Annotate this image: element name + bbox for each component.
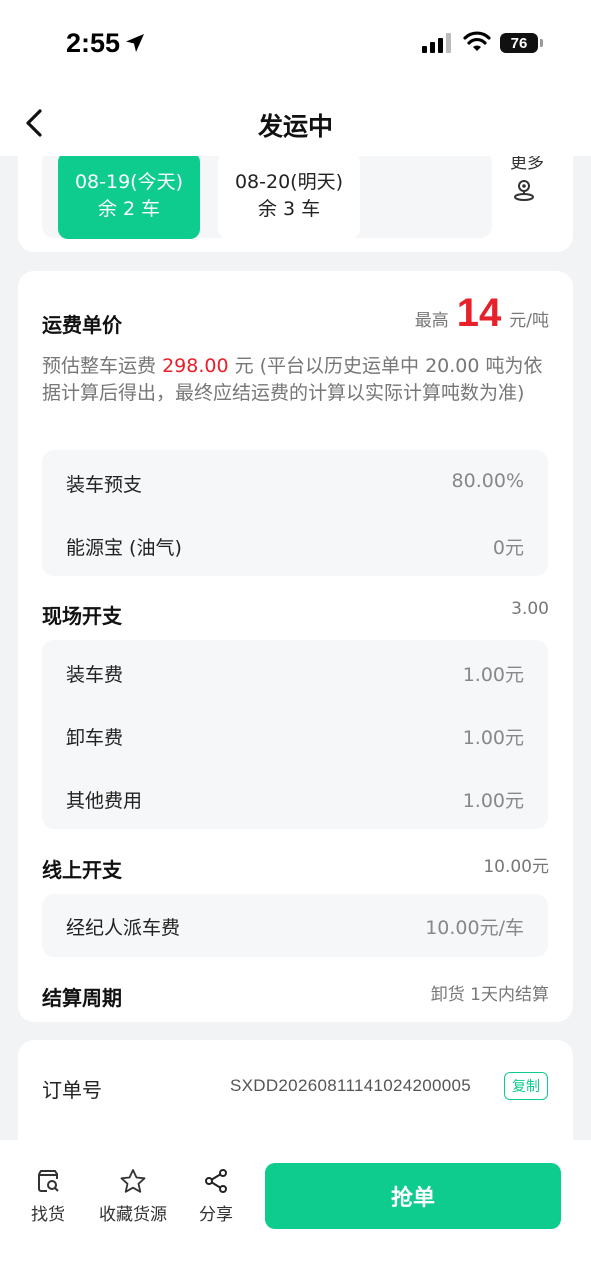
settlement-period-value: 卸货 1天内结算	[430, 985, 549, 1005]
expense-row: 经纪人派车费 10.00元/车	[66, 913, 524, 940]
payment-row: 能源宝 (油气) 0元	[66, 533, 524, 560]
wifi-icon	[463, 31, 491, 51]
expense-value: 1.00元	[462, 664, 524, 686]
onsite-expense-total: 3.00	[511, 599, 549, 619]
expense-row: 卸车费 1.00元	[66, 723, 524, 750]
online-expense-title: 线上开支	[42, 858, 122, 882]
payment-label: 装车预支	[66, 474, 143, 496]
payment-value: 80.00%	[451, 470, 524, 492]
onsite-expense-title: 现场开支	[42, 604, 122, 628]
share-icon	[205, 1169, 227, 1193]
onsite-expense-box: 装车费 1.00元 卸车费 1.00元 其他费用 1.00元	[42, 640, 548, 829]
order-number-value: SXDD20260811141024200005	[230, 1076, 471, 1095]
share-label: 分享	[199, 1205, 233, 1225]
online-expense-total: 10.00元	[483, 857, 549, 877]
desc-amount: 298.00	[162, 355, 229, 377]
payment-breakdown-box: 装车预支 80.00% 能源宝 (油气) 0元	[42, 450, 548, 576]
favorite-source-label: 收藏货源	[99, 1205, 167, 1225]
expense-value: 1.00元	[462, 790, 524, 812]
online-expense-box: 经纪人派车费 10.00元/车	[42, 894, 548, 957]
expense-label: 经纪人派车费	[66, 917, 181, 939]
freight-estimate-description: 预估整车运费 298.00 元 (平台以历史运单中 20.00 吨为依据计算后得…	[42, 353, 552, 407]
order-number-label: 订单号	[42, 1078, 102, 1102]
payment-value: 0元	[492, 537, 524, 559]
date-chip-today[interactable]: 08-19(今天) 余 2 车	[58, 152, 200, 239]
expense-label: 卸车费	[66, 727, 124, 749]
page-title: 发运中	[257, 112, 333, 141]
freight-details-card: 运费单价 最高 14 元/吨 预估整车运费 298.00 元 (平台以历史运单中…	[18, 271, 573, 1022]
expense-value: 1.00元	[462, 727, 524, 749]
star-icon	[120, 1169, 146, 1193]
copy-order-button[interactable]: 复制	[504, 1072, 548, 1100]
expense-row: 其他费用 1.00元	[66, 786, 524, 813]
share-button[interactable]: 分享	[196, 1168, 236, 1225]
date-chip-tomorrow[interactable]: 08-20(明天) 余 3 车	[218, 152, 360, 239]
status-bar-mask: 2:55 76	[0, 0, 591, 90]
grab-order-button[interactable]: 抢单	[265, 1163, 561, 1229]
expense-label: 其他费用	[66, 790, 143, 812]
favorite-source-button[interactable]: 收藏货源	[96, 1168, 170, 1225]
battery-indicator: 76	[500, 33, 543, 53]
search-goods-icon	[38, 1170, 59, 1192]
freight-unit-price-title: 运费单价	[42, 313, 122, 337]
find-goods-label: 找货	[31, 1205, 65, 1225]
price-prefix: 最高	[414, 311, 449, 331]
date-chip-remaining: 余 2 车	[97, 197, 161, 220]
location-arrow-icon	[126, 34, 144, 52]
price-value: 14	[456, 291, 502, 335]
expense-label: 装车费	[66, 664, 124, 686]
expense-row: 装车费 1.00元	[66, 660, 524, 687]
price-unit: 元/吨	[509, 311, 549, 331]
date-strip: 08-19(今天) 余 2 车 08-20(明天) 余 3 车	[42, 150, 492, 239]
nav-bar-mask: 发运中	[0, 90, 591, 156]
cellular-signal-icon	[422, 33, 451, 53]
date-chip-remaining: 余 3 车	[257, 197, 321, 220]
desc-prefix: 预估整车运费	[42, 355, 157, 377]
payment-row: 装车预支 80.00%	[66, 470, 524, 497]
expense-value: 10.00元/车	[425, 917, 524, 939]
map-pin-icon[interactable]	[513, 178, 535, 202]
find-goods-button[interactable]: 找货	[26, 1168, 70, 1225]
freight-price: 最高 14 元/吨	[415, 291, 549, 336]
bottom-action-bar: 找货 收藏货源 分享 抢单	[0, 1140, 591, 1280]
status-time: 2:55	[66, 28, 121, 58]
payment-label: 能源宝 (油气)	[66, 537, 182, 559]
date-chip-date: 08-20(明天)	[234, 170, 344, 193]
settlement-period-title: 结算周期	[42, 986, 122, 1010]
date-chip-date: 08-19(今天)	[74, 170, 184, 193]
date-selector-card: 08-19(今天) 余 2 车 08-20(明天) 余 3 车 更多	[18, 140, 573, 252]
